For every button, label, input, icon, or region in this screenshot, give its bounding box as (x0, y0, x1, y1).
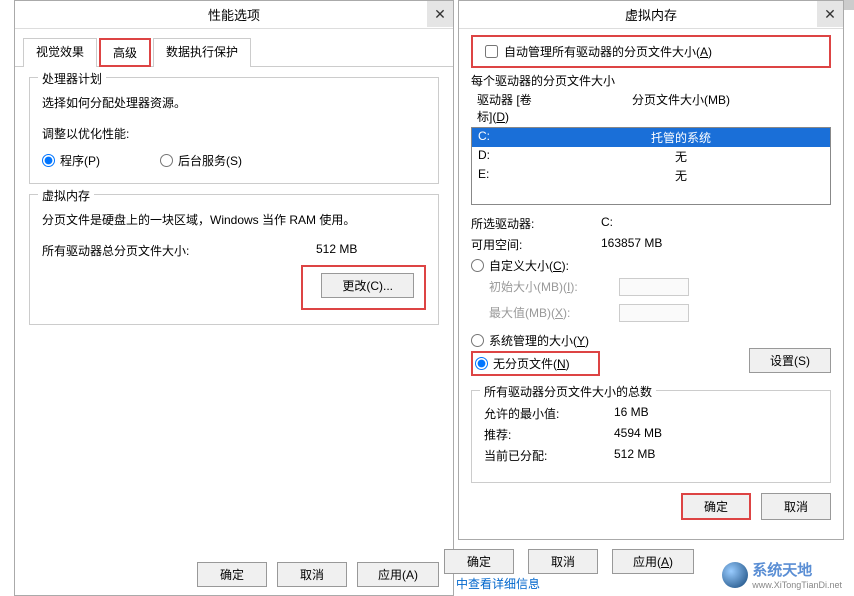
radio-custom-input[interactable] (471, 259, 484, 272)
max-size-label: 最大值(MB)(X): (489, 304, 619, 322)
drive-size: 无 (538, 167, 824, 184)
drive-size: 无 (538, 148, 824, 165)
initial-size-label: 初始大小(MB)(I): (489, 278, 619, 296)
parent-apply-button[interactable]: 应用(A) (612, 549, 694, 574)
totals-group: 所有驱动器分页文件大小的总数 允许的最小值:16 MB 推荐:4594 MB 当… (471, 390, 831, 483)
drive-name: D: (478, 148, 538, 165)
titlebar: 性能选项 ✕ (15, 1, 453, 29)
drive-row-e[interactable]: E: 无 (472, 166, 830, 185)
radio-no-paging[interactable]: 无分页文件(N) (475, 355, 570, 372)
drive-col-header: 驱动器 [卷标](D) (477, 91, 537, 125)
radio-programs-label: 程序(P) (60, 152, 100, 169)
selected-drive-label: 所选驱动器: (471, 215, 601, 232)
selected-drive-value: C: (601, 215, 613, 232)
per-drive-label: 每个驱动器的分页文件大小 (471, 72, 831, 89)
cancel-button[interactable]: 取消 (761, 493, 831, 520)
parent-ok-button[interactable]: 确定 (444, 549, 514, 574)
radio-programs[interactable]: 程序(P) (42, 152, 100, 169)
auto-manage-checkbox[interactable]: 自动管理所有驱动器的分页文件大小(A) (477, 39, 825, 64)
tab-visual-effects[interactable]: 视觉效果 (23, 38, 97, 67)
initial-size-input (619, 278, 689, 296)
radio-system-label: 系统管理的大小(Y) (489, 332, 589, 349)
recommended-label: 推荐: (484, 426, 614, 443)
processor-scheduling-group: 处理器计划 选择如何分配处理器资源。 调整以优化性能: 程序(P) 后台服务(S… (29, 77, 439, 184)
radio-background-label: 后台服务(S) (178, 152, 242, 169)
ok-button[interactable]: 确定 (681, 493, 751, 520)
recommended-value: 4594 MB (614, 426, 662, 443)
dialog-buttons: 确定 取消 (471, 489, 831, 524)
max-size-input (619, 304, 689, 322)
free-space-value: 163857 MB (601, 236, 662, 253)
radio-custom-label: 自定义大小(C): (489, 257, 569, 274)
radio-system-managed[interactable]: 系统管理的大小(Y) (471, 332, 749, 349)
free-space-label: 可用空间: (471, 236, 601, 253)
min-allowed-label: 允许的最小值: (484, 405, 614, 422)
cancel-button[interactable]: 取消 (277, 562, 347, 587)
ok-button[interactable]: 确定 (197, 562, 267, 587)
min-allowed-value: 16 MB (614, 405, 649, 422)
virtual-memory-group: 虚拟内存 分页文件是硬盘上的一块区域，Windows 当作 RAM 使用。 所有… (29, 194, 439, 325)
radio-background-input[interactable] (160, 154, 173, 167)
drive-row-d[interactable]: D: 无 (472, 147, 830, 166)
group-title: 所有驱动器分页文件大小的总数 (480, 383, 656, 400)
size-col-header: 分页文件大小(MB) (537, 91, 825, 125)
logo-url: www.XiTongTianDi.net (752, 580, 842, 590)
parent-dialog-buttons: 确定 取消 应用(A) (444, 549, 694, 574)
radio-custom-size[interactable]: 自定义大小(C): (471, 257, 831, 274)
apply-button[interactable]: 应用(A) (357, 562, 439, 587)
current-alloc-value: 512 MB (614, 447, 655, 464)
drive-name: C: (478, 129, 538, 146)
tab-strip: 视觉效果 高级 数据执行保护 (15, 29, 453, 67)
close-button[interactable]: ✕ (817, 1, 843, 27)
group-title: 处理器计划 (38, 70, 106, 87)
parent-cancel-button[interactable]: 取消 (528, 549, 598, 574)
drive-row-c[interactable]: C: 托管的系统 (472, 128, 830, 147)
tab-dep[interactable]: 数据执行保护 (153, 38, 251, 67)
drive-list-header: 驱动器 [卷标](D) 分页文件大小(MB) (471, 89, 831, 127)
logo-text: 系统天地 (752, 559, 842, 580)
drive-list[interactable]: C: 托管的系统 D: 无 E: 无 (471, 127, 831, 205)
set-button[interactable]: 设置(S) (749, 348, 831, 373)
current-alloc-label: 当前已分配: (484, 447, 614, 464)
cpu-desc: 选择如何分配处理器资源。 (42, 94, 426, 111)
titlebar: 虚拟内存 ✕ (459, 1, 843, 29)
radio-programs-input[interactable] (42, 154, 55, 167)
logo-icon (722, 562, 748, 588)
watermark-logo: 系统天地 www.XiTongTianDi.net (722, 559, 842, 590)
close-button[interactable]: ✕ (427, 1, 453, 27)
radio-background[interactable]: 后台服务(S) (160, 152, 242, 169)
auto-manage-input[interactable] (485, 45, 498, 58)
details-link[interactable]: 中查看详细信息 (456, 575, 540, 592)
performance-options-window: 性能选项 ✕ 视觉效果 高级 数据执行保护 处理器计划 选择如何分配处理器资源。… (14, 0, 454, 596)
change-button[interactable]: 更改(C)... (321, 273, 414, 298)
radio-system-input[interactable] (471, 334, 484, 347)
auto-manage-label: 自动管理所有驱动器的分页文件大小(A) (504, 43, 712, 60)
group-title: 虚拟内存 (38, 187, 94, 204)
vm-desc: 分页文件是硬盘上的一块区域，Windows 当作 RAM 使用。 (42, 211, 426, 228)
dialog-buttons: 确定 取消 应用(A) (15, 554, 453, 595)
drive-size: 托管的系统 (538, 129, 824, 146)
window-title: 性能选项 (208, 5, 260, 24)
virtual-memory-window: 虚拟内存 ✕ 自动管理所有驱动器的分页文件大小(A) 每个驱动器的分页文件大小 … (458, 0, 844, 540)
radio-no-paging-label: 无分页文件(N) (493, 355, 570, 372)
total-size-label: 所有驱动器总分页文件大小: (42, 242, 316, 259)
adjust-label: 调整以优化性能: (42, 125, 426, 142)
total-size-value: 512 MB (316, 242, 426, 259)
drive-name: E: (478, 167, 538, 184)
radio-no-paging-input[interactable] (475, 357, 488, 370)
window-title: 虚拟内存 (625, 5, 677, 24)
tab-advanced[interactable]: 高级 (99, 38, 151, 67)
